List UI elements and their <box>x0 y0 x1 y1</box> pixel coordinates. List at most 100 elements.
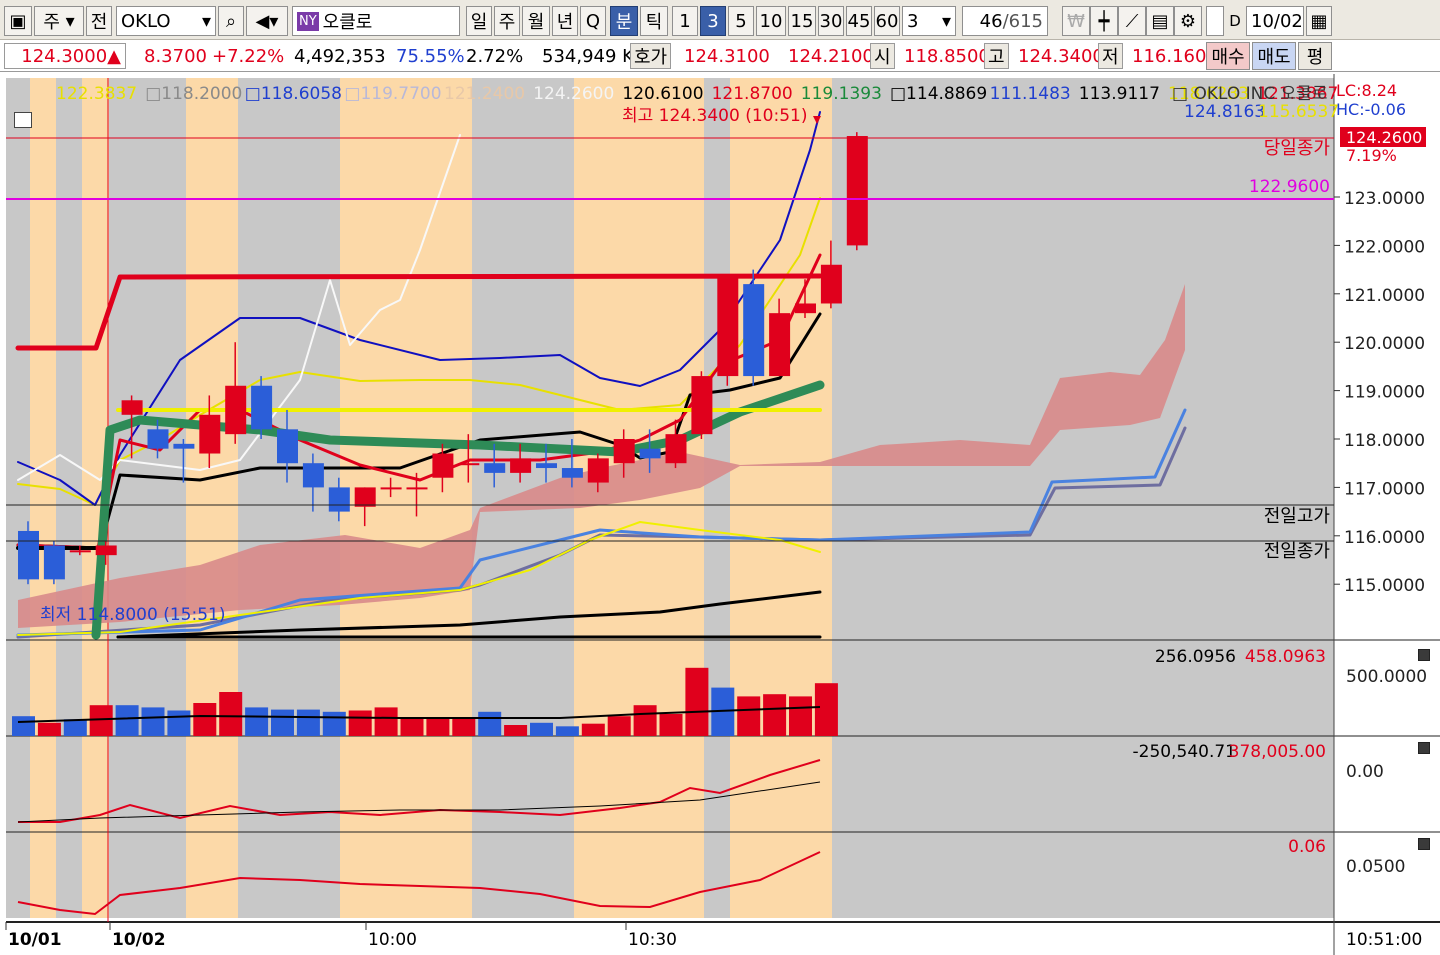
session-band <box>730 78 832 918</box>
volume-value-1: 256.0956 <box>1155 647 1236 667</box>
period-day-button[interactable]: 일 <box>466 6 492 36</box>
volume-bar <box>193 703 217 736</box>
currency-icon[interactable]: ₩ <box>1062 6 1090 36</box>
symbol-input[interactable]: OKLO ▾ <box>116 6 216 36</box>
candle-body <box>743 284 765 377</box>
interval-15-button[interactable]: 15 <box>788 6 816 36</box>
volume-bar <box>504 725 528 736</box>
low-price: 116.1600 <box>1132 45 1218 67</box>
hoga-label: 호가 <box>630 43 672 69</box>
period-minute-button[interactable]: 분 <box>610 6 638 36</box>
trade-amount: 534,949 K <box>542 45 634 67</box>
date-checkbox[interactable] <box>1206 6 1224 36</box>
hc-label: HC:-0.06 <box>1336 100 1406 119</box>
period-tick-button[interactable]: 틱 <box>640 6 668 36</box>
all-button[interactable]: 전 <box>86 6 112 36</box>
volume-bar <box>322 711 346 736</box>
interval-3-button[interactable]: 3 <box>700 6 726 36</box>
volume-bar <box>737 696 761 736</box>
search-icon[interactable]: ⌕ <box>218 6 244 36</box>
candle-body <box>380 487 402 490</box>
y-tick-label: 121.0000 <box>1344 286 1425 306</box>
volume-bar <box>763 694 787 736</box>
change-percent: +7.22% <box>212 45 285 67</box>
candle-body <box>173 443 195 449</box>
oscillator-1-value-2: 378,005.00 <box>1229 742 1326 762</box>
interval-1-button[interactable]: 1 <box>672 6 698 36</box>
buy-button[interactable]: 매수 <box>1206 42 1250 70</box>
oscillator-2-value: 0.06 <box>1288 837 1326 857</box>
candle-body <box>328 487 350 512</box>
grid-settings-icon[interactable] <box>14 112 32 128</box>
right-value-blue: 124.8163 <box>1184 102 1265 122</box>
candle-body <box>691 376 713 435</box>
volume-bar <box>633 705 657 736</box>
volume-bar <box>659 714 683 736</box>
period-year-button[interactable]: 년 <box>552 6 578 36</box>
low-annotation: 최저 114.8000 (15:51) <box>40 605 225 625</box>
candle-icon[interactable]: ┿ <box>1090 6 1118 36</box>
candle-body <box>665 434 687 464</box>
line-tool-icon[interactable]: ⟋ <box>1118 6 1146 36</box>
indicator-legend-value: □118.2000 <box>145 84 242 104</box>
exchange-badge: NY <box>297 11 319 31</box>
period-month-button[interactable]: 월 <box>522 6 550 36</box>
speaker-icon[interactable]: ◀▾ <box>246 6 288 36</box>
close-icon[interactable] <box>1418 742 1430 754</box>
close-icon[interactable] <box>1418 838 1430 850</box>
symbol-name-field[interactable]: NY 오클로 <box>292 6 460 36</box>
interval-5-button[interactable]: 5 <box>728 6 754 36</box>
time-axis-label: 10:30 <box>628 930 677 950</box>
right-value-yellow: 115.6537 <box>1258 102 1339 122</box>
chevron-down-icon[interactable]: ▾ <box>942 11 951 32</box>
y-tick-label: 120.0000 <box>1344 334 1425 354</box>
candle-body <box>69 550 91 553</box>
time-axis-area <box>0 922 1440 955</box>
indicator-legend-value: 124.2600 <box>533 84 614 104</box>
close-icon[interactable] <box>1418 649 1430 661</box>
high-label: 고 <box>984 43 1009 69</box>
volume-bar <box>167 710 191 736</box>
turnover-rate: 2.72% <box>466 45 524 67</box>
volume-bar <box>426 718 450 736</box>
save-icon[interactable]: ▤ <box>1146 6 1174 36</box>
page-counter[interactable]: 46/615 <box>962 6 1048 36</box>
indicator-legend-value: 119.1393 <box>801 84 882 104</box>
candle-body <box>613 439 635 464</box>
period-week-button[interactable]: 주 <box>494 6 520 36</box>
average-button[interactable]: 평 <box>1298 42 1332 70</box>
open-price: 118.8500 <box>904 45 990 67</box>
custom-interval-select[interactable]: 3 ▾ <box>902 6 956 36</box>
calendar-icon[interactable]: ▦ <box>1306 6 1332 36</box>
volume-bar <box>685 667 709 736</box>
interval-45-button[interactable]: 45 <box>846 6 872 36</box>
indicator-legend-value: 111.1483 <box>990 84 1071 104</box>
volume-bar <box>271 709 294 736</box>
chevron-down-icon[interactable]: ▾ <box>202 11 211 32</box>
gear-icon[interactable]: ⚙ <box>1174 6 1202 36</box>
chart-toolbar: ▣ 주 ▾ 전 OKLO ▾ ⌕ ◀▾ NY 오클로 일 주 월 년 Q 분 틱 1… <box>0 0 1440 40</box>
volume-bar <box>89 705 113 736</box>
interval-10-button[interactable]: 10 <box>756 6 786 36</box>
volume-ratio: 75.55% <box>396 45 465 67</box>
layout-icon[interactable]: ▣ <box>4 6 32 36</box>
sell-button[interactable]: 매도 <box>1252 42 1296 70</box>
price-chart[interactable]: 123.0000 122.0000 121.0000 120.0000 119.0000… <box>0 74 1440 955</box>
volume-bar <box>115 705 139 736</box>
candle-body <box>121 400 143 415</box>
date-input[interactable]: 10/02 <box>1246 6 1304 36</box>
page-total: /615 <box>1002 10 1043 32</box>
interval-60-button[interactable]: 60 <box>874 6 900 36</box>
candle-body <box>225 385 247 435</box>
y-tick-label: 116.0000 <box>1344 528 1425 548</box>
market-mode-select[interactable]: 주 ▾ <box>34 6 84 36</box>
interval-30-button[interactable]: 30 <box>818 6 844 36</box>
date-checkbox-label: D <box>1229 12 1241 30</box>
volume-axis-label: 500.0000 <box>1346 667 1427 687</box>
candle-body <box>458 463 480 466</box>
period-quarter-button[interactable]: Q <box>580 6 606 36</box>
volume-bar <box>581 723 605 736</box>
indicator-legend-value: □119.7700 <box>344 84 441 104</box>
symbol-name: 오클로 <box>322 12 373 33</box>
candle-body <box>639 448 661 459</box>
